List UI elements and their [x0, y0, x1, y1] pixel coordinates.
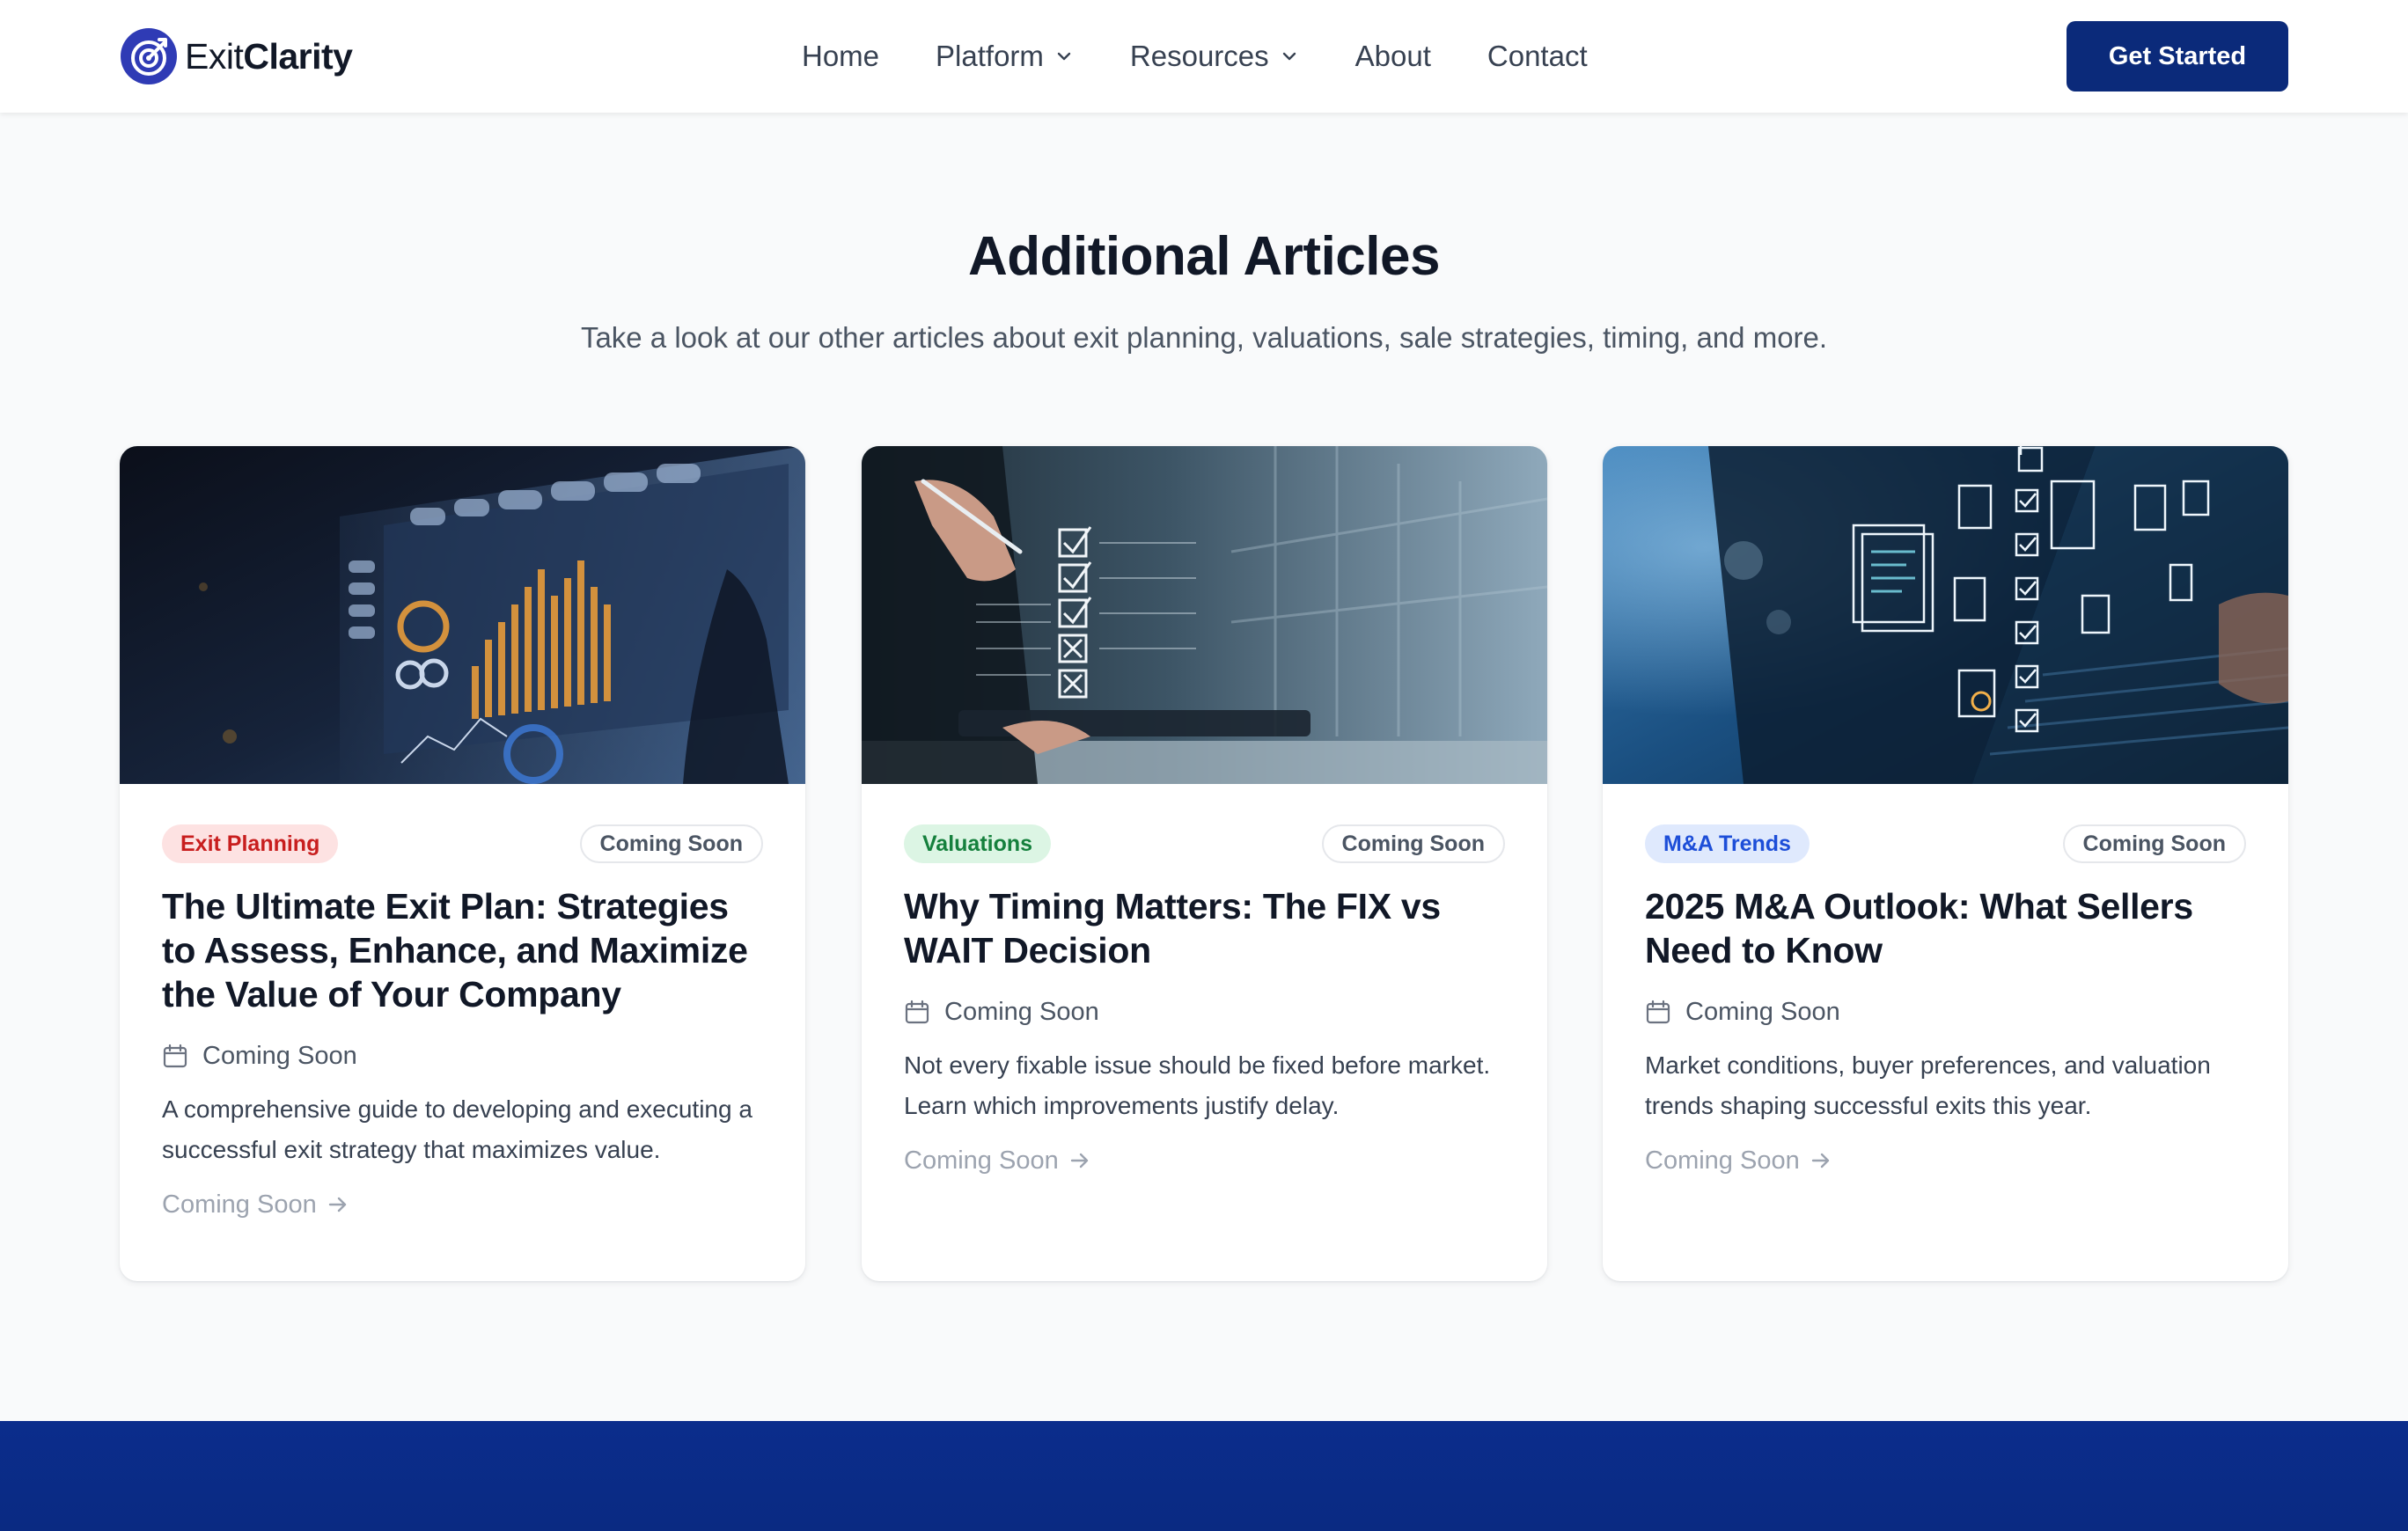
- footer-cta-band: [0, 1421, 2408, 1531]
- card-badges: Exit Planning Coming Soon: [162, 824, 763, 863]
- status-badge: Coming Soon: [579, 824, 763, 863]
- category-badge[interactable]: Exit Planning: [162, 824, 339, 863]
- read-more-link[interactable]: Coming Soon: [1645, 1143, 1833, 1178]
- nav-item-home[interactable]: Home: [802, 40, 879, 73]
- target-icon: [121, 28, 177, 84]
- article-card[interactable]: Exit Planning Coming Soon The Ultimate E…: [120, 446, 805, 1281]
- nav-item-about[interactable]: About: [1355, 40, 1431, 73]
- checklist-tablet-image: [862, 446, 1547, 784]
- card-date: Coming Soon: [1645, 996, 1840, 1028]
- card-description: A comprehensive guide to developing and …: [162, 1095, 752, 1163]
- main-nav: Home Platform Resources About Contact: [802, 33, 1588, 79]
- site-header: ExitClarity Home Platform Resources Abou…: [0, 0, 2408, 113]
- arrow-right-icon: [1070, 1153, 1088, 1168]
- card-date: Coming Soon: [904, 996, 1099, 1028]
- article-card[interactable]: M&A Trends Coming Soon 2025 M&A Outlook:…: [1603, 446, 2288, 1281]
- calendar-icon: [1646, 1000, 1670, 1024]
- card-badges: M&A Trends Coming Soon: [1645, 824, 2246, 863]
- category-badge[interactable]: Valuations: [904, 824, 1052, 863]
- calendar-icon: [163, 1044, 187, 1068]
- card-title[interactable]: 2025 M&A Outlook: What Sellers Need to K…: [1645, 884, 2253, 972]
- read-more-link[interactable]: Coming Soon: [904, 1143, 1092, 1178]
- card-date: Coming Soon: [162, 1040, 357, 1072]
- arrow-right-icon: [1811, 1153, 1829, 1168]
- financial-dashboard-image: [120, 446, 805, 784]
- card-description: Not every fixable issue should be fixed …: [904, 1051, 1491, 1119]
- brand-name: ExitClarity: [185, 35, 353, 77]
- arrow-right-icon: [328, 1197, 346, 1212]
- brand-logo[interactable]: ExitClarity: [120, 26, 353, 86]
- chevron-down-icon: [1057, 52, 1071, 61]
- read-more-link[interactable]: Coming Soon: [162, 1187, 350, 1222]
- calendar-icon: [905, 1000, 929, 1024]
- nav-item-platform[interactable]: Platform: [936, 40, 1074, 73]
- article-card[interactable]: Valuations Coming Soon Why Timing Matter…: [862, 446, 1547, 1281]
- get-started-button[interactable]: Get Started: [2067, 21, 2288, 92]
- nav-item-contact[interactable]: Contact: [1487, 40, 1588, 73]
- section-subtitle: Take a look at our other articles about …: [580, 321, 1828, 354]
- card-badges: Valuations Coming Soon: [904, 824, 1505, 863]
- nav-item-resources[interactable]: Resources: [1130, 40, 1299, 73]
- section-title: Additional Articles: [968, 226, 1440, 287]
- status-badge: Coming Soon: [1321, 824, 1505, 863]
- card-description: Market conditions, buyer preferences, an…: [1645, 1051, 2211, 1119]
- status-badge: Coming Soon: [2062, 824, 2246, 863]
- card-title[interactable]: Why Timing Matters: The FIX vs WAIT Deci…: [904, 884, 1512, 972]
- laptop-documents-image: [1603, 446, 2288, 784]
- category-badge[interactable]: M&A Trends: [1645, 824, 1810, 863]
- card-title[interactable]: The Ultimate Exit Plan: Strategies to As…: [162, 884, 770, 1016]
- chevron-down-icon: [1282, 52, 1296, 61]
